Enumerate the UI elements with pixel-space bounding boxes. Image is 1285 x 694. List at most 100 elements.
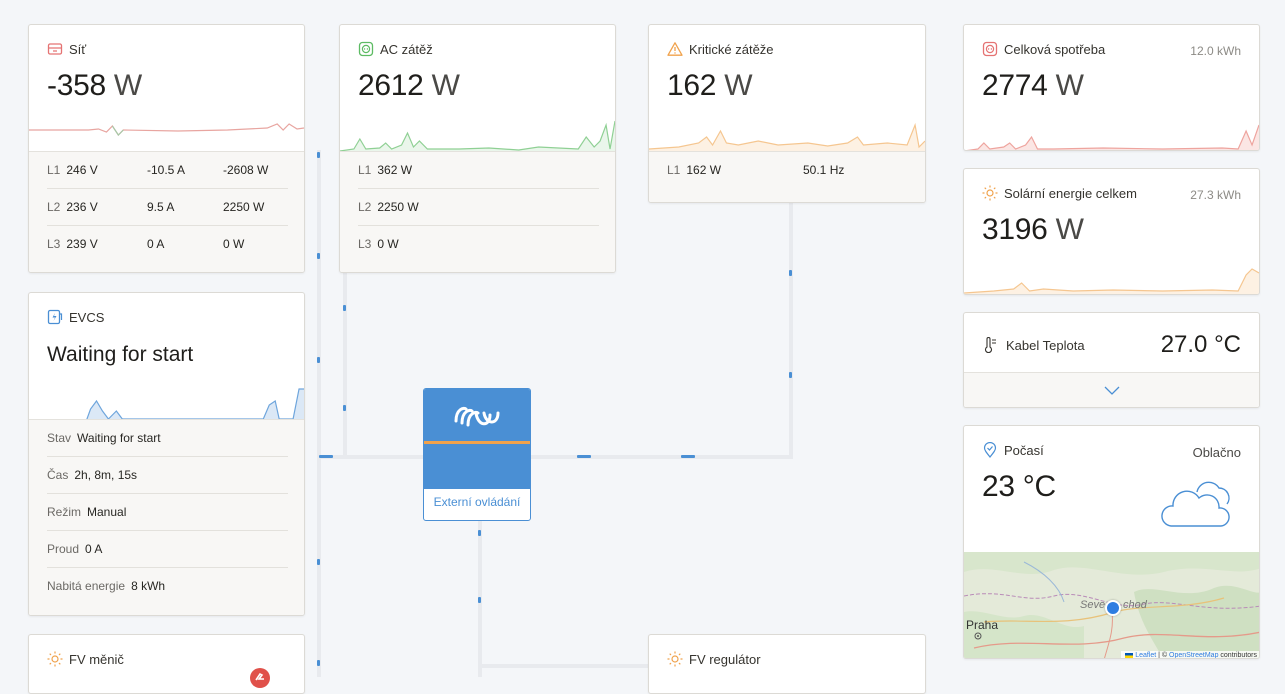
phase-voltage: 246 V [66, 163, 98, 177]
evcs-row-value: 8 kWh [131, 579, 166, 593]
evcs-card[interactable]: EVCS Waiting for start Stav Waiting for s… [28, 292, 305, 616]
flow-dot [478, 530, 481, 536]
flow-dot [317, 253, 320, 259]
critical-load-card[interactable]: Kritické zátěže 162 W L1 162 W 50.1 Hz [648, 24, 926, 203]
pv-inverter-brand-icon [250, 668, 270, 688]
evcs-row-value: Manual [87, 505, 127, 519]
total-consumption-energy: 12.0 kWh [1190, 44, 1241, 58]
leaflet-link[interactable]: Leaflet [1135, 652, 1156, 658]
evcs-row-label: Nabitá energie [47, 579, 126, 593]
inverter-block[interactable]: Externí ovládání [423, 388, 531, 521]
evcs-row-label: Proud [47, 542, 80, 556]
evcs-row-current: Proud 0 A [47, 531, 288, 568]
solar-total-energy: 27.3 kWh [1190, 188, 1241, 202]
ukraine-flag-icon [1125, 652, 1134, 658]
flow-dot [317, 660, 320, 666]
flow-dot [317, 152, 320, 158]
thermometer-icon [984, 337, 996, 353]
grid-sparkline [29, 123, 304, 136]
pv-charger-card[interactable]: FV regulátor [648, 634, 926, 694]
ac-load-row-l1: L1 362 W [358, 152, 599, 189]
phase-power: 362 W [377, 163, 413, 177]
ac-load-row-l2: L2 2250 W [358, 189, 599, 226]
chevron-down-icon [1104, 386, 1120, 395]
total-consumption-sparkline [966, 124, 1259, 150]
openstreetmap-link[interactable]: OpenStreetMap [1169, 652, 1218, 658]
phase-power: 2250 W [223, 200, 265, 214]
victron-logo-icon [454, 406, 500, 427]
grid-phase-row-l1: L1 246 V -10.5 A -2608 W [47, 152, 288, 189]
evcs-header: EVCS [47, 309, 104, 325]
evcs-row-label: Stav [47, 431, 72, 445]
temperature-expand-button[interactable] [964, 372, 1259, 407]
flow-dot [789, 270, 792, 276]
flow-dot [789, 372, 792, 378]
weather-header: Počasí [982, 442, 1044, 458]
map-city-praha: Praha [966, 618, 999, 632]
ac-load-phase-table: L1 362 W L2 2250 W L3 0 W [340, 151, 615, 272]
connector-acload-vertical [343, 272, 347, 458]
map-location-marker[interactable] [1105, 600, 1121, 616]
flow-dot [478, 597, 481, 603]
flow-dot [343, 305, 346, 311]
evcs-row-mode: Režim Manual [47, 494, 288, 531]
phase-label: L3 [358, 237, 372, 251]
grid-phase-row-l3: L3 239 V 0 A 0 W [47, 226, 288, 262]
flow-dot [317, 559, 320, 565]
ac-load-card[interactable]: AC zátěž 2612 W L1 362 W L2 2250 W L3 0 W [339, 24, 616, 273]
phase-voltage: 239 V [66, 237, 98, 251]
connector-left-vertical [317, 150, 321, 677]
ac-load-sparkline [340, 120, 615, 153]
sun-icon [982, 185, 998, 201]
total-consumption-header: Celková spotřeba [982, 41, 1105, 57]
weather-condition: Oblačno [1192, 445, 1241, 460]
phase-current: 0 A [147, 237, 165, 251]
critical-load-power-unit: W [724, 69, 753, 102]
critical-load-header: Kritické zátěže [667, 41, 774, 57]
solar-total-power: 3196 W [982, 213, 1084, 247]
cloud-icon [1161, 481, 1230, 527]
evcs-status: Waiting for start [47, 343, 194, 366]
connector-critical-vertical [789, 202, 793, 458]
flow-dot [319, 455, 333, 458]
solar-total-power-unit: W [1055, 213, 1084, 246]
critical-load-power: 162 W [667, 69, 753, 103]
total-consumption-card[interactable]: Celková spotřeba 12.0 kWh 2774 W [963, 24, 1260, 151]
grid-title: Síť [69, 41, 87, 57]
weather-card[interactable]: Počasí Oblačno 23 °C Praha Seve chod Lea… [963, 425, 1260, 659]
map-city-right-part: chod [1123, 599, 1147, 611]
ac-load-power: 2612 W [358, 69, 460, 103]
temperature-header: Kabel Teplota [982, 337, 1085, 353]
solar-total-header: Solární energie celkem [982, 185, 1137, 201]
solar-total-power-value: 3196 [982, 213, 1048, 246]
flow-dot [681, 455, 695, 458]
phase-power: 0 W [223, 237, 245, 251]
flow-dot [343, 405, 346, 411]
map-attribution: Leaflet | © OpenStreetMap contributors [1121, 651, 1259, 659]
inverter-stripe [424, 441, 530, 444]
phase-power: 2250 W [377, 200, 419, 214]
total-consumption-power: 2774 W [982, 69, 1084, 103]
solar-total-card[interactable]: Solární energie celkem 27.3 kWh 3196 W [963, 168, 1260, 295]
warning-icon [667, 42, 683, 56]
solar-total-title: Solární energie celkem [1004, 185, 1137, 201]
temperature-card[interactable]: Kabel Teplota 27.0 °C [963, 312, 1260, 408]
evcs-title: EVCS [69, 309, 105, 325]
outlet-icon [358, 41, 374, 57]
evcs-row-label: Čas [47, 468, 69, 482]
weather-map[interactable]: Praha Seve chod Leaflet | © OpenStreetMa… [964, 552, 1259, 659]
ac-load-header: AC zátěž [358, 41, 433, 57]
ac-load-power-value: 2612 [358, 69, 424, 102]
grid-card[interactable]: Síť -358 W L1 246 V -10.5 A -2608 W L2 236 V… [28, 24, 305, 273]
attribution-separator: | © [1156, 652, 1170, 659]
critical-load-power-value: 162 [667, 69, 717, 102]
phase-current: -10.5 A [147, 163, 186, 177]
total-consumption-power-unit: W [1055, 69, 1084, 102]
evcs-row-value: 0 A [85, 542, 103, 556]
critical-load-title: Kritické zátěže [689, 41, 774, 57]
attribution-contributors: contributors [1218, 652, 1257, 659]
pv-inverter-card[interactable]: FV měnič [28, 634, 305, 694]
weather-title: Počasí [1004, 442, 1044, 458]
phase-voltage: 236 V [66, 200, 98, 214]
phase-current: 9.5 A [147, 200, 175, 214]
